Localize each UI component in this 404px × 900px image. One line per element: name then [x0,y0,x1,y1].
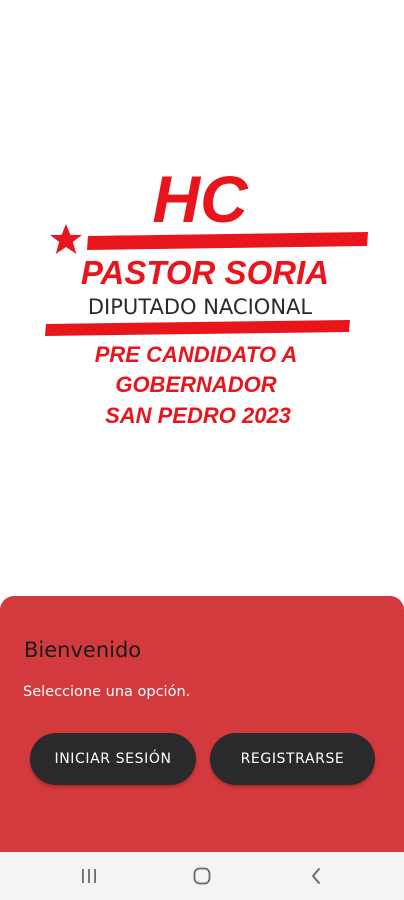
logo-initials: HC [152,162,249,236]
logo-line-2: GOBERNADOR [115,372,276,397]
logo-area: HC PASTOR SORIA DIPUTADO NACIONAL PRE CA… [0,0,404,600]
back-icon[interactable] [304,864,328,888]
register-button[interactable]: REGISTRARSE [210,733,375,785]
welcome-subtitle: Seleccione una opción. [23,684,191,700]
campaign-logo: HC PASTOR SORIA DIPUTADO NACIONAL PRE CA… [45,162,368,428]
welcome-sheet [0,596,404,852]
welcome-title: Bienvenido [24,638,142,662]
logo-bottom-stripe [45,320,350,336]
star-icon [50,224,82,254]
recent-apps-icon[interactable] [77,864,101,888]
system-navigation-bar [0,852,404,900]
logo-line-3: SAN PEDRO 2023 [105,403,291,428]
logo-name: PASTOR SORIA [81,254,329,291]
logo-line-1: PRE CANDIDATO A [95,342,298,367]
logo-top-stripe [87,232,368,250]
home-icon[interactable] [190,864,214,888]
logo-role: DIPUTADO NACIONAL [88,295,313,319]
login-button[interactable]: INICIAR SESIÓN [30,733,196,785]
